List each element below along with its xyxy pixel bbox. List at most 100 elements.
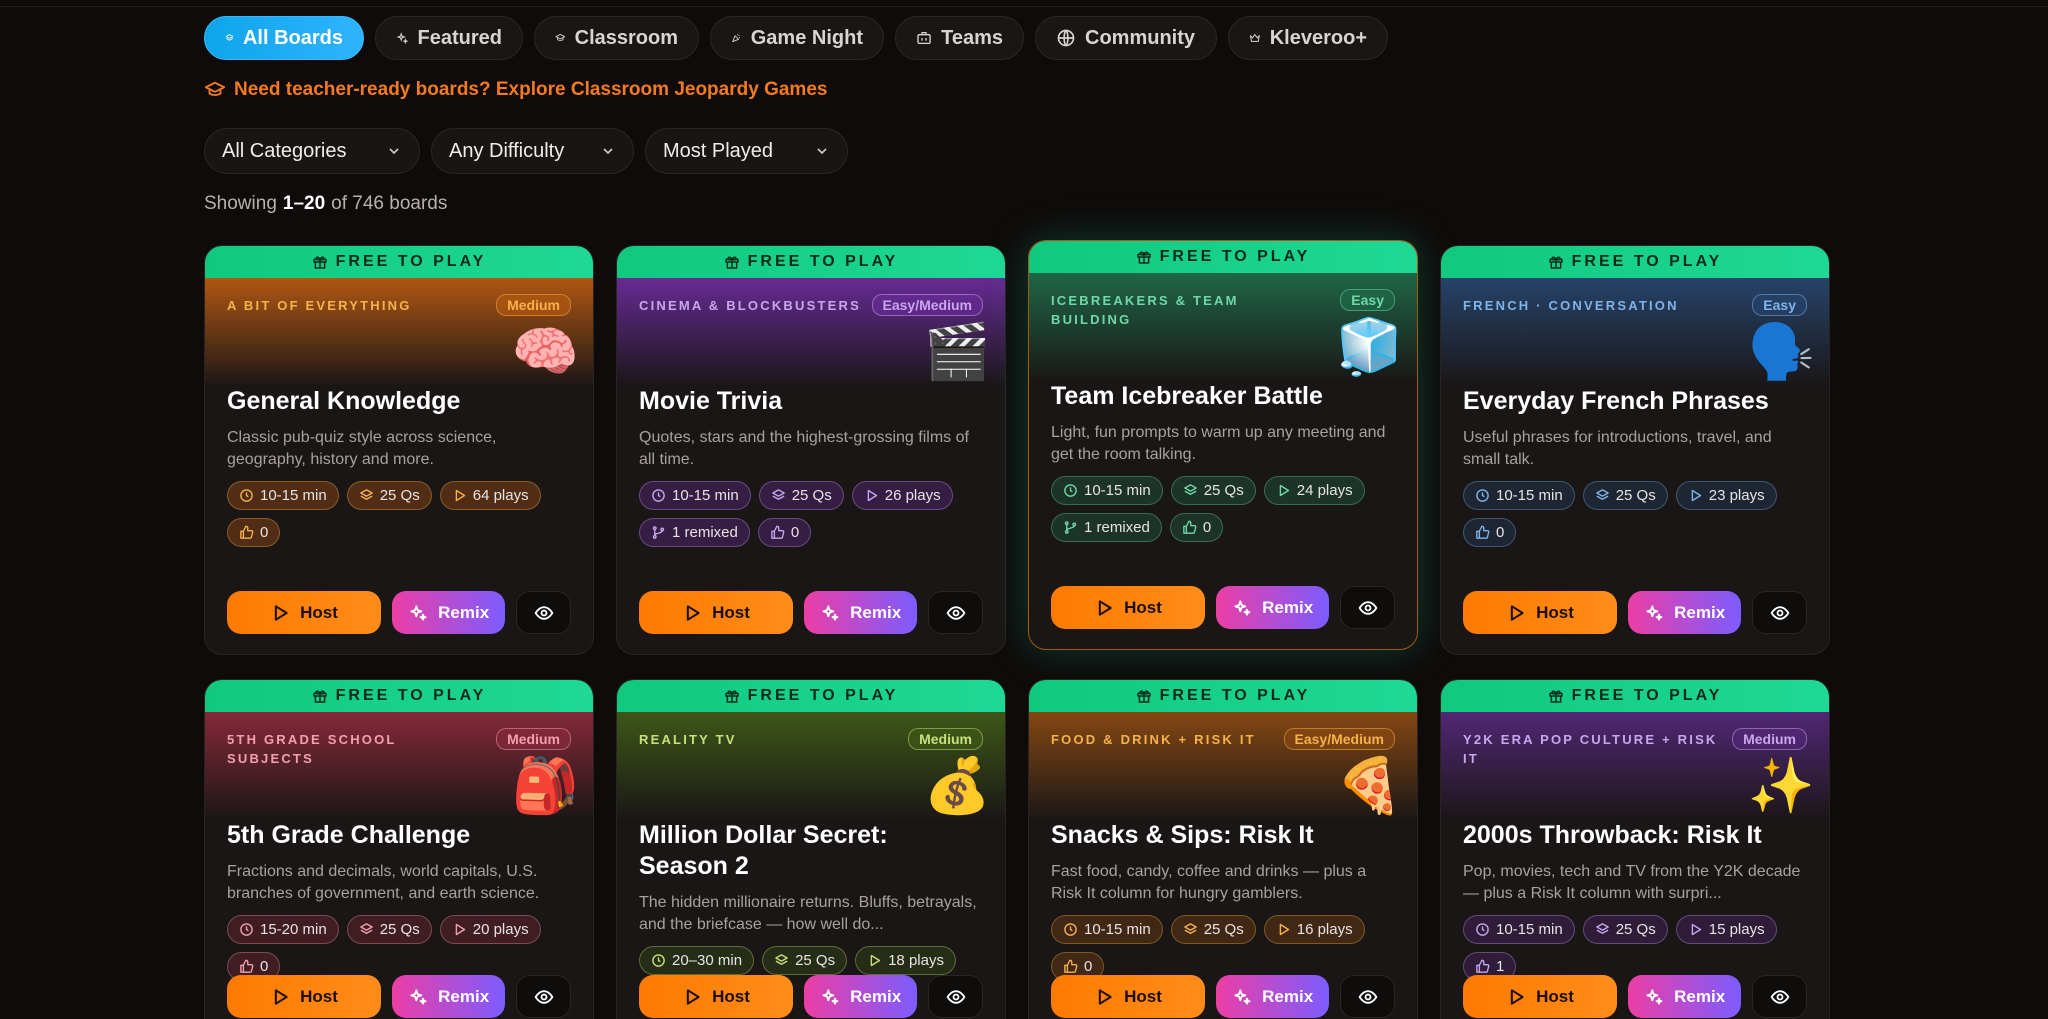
tab-label: Classroom (574, 26, 678, 49)
card-title: Snacks & Sips: Risk It (1051, 821, 1314, 849)
card-category: FRENCH · CONVERSATION (1463, 298, 1679, 313)
remixed-chip: 1 remixed (639, 518, 750, 547)
time-chip-label: 10-15 min (260, 487, 327, 504)
thumbs-up-icon (240, 959, 254, 973)
chevron-down-icon (603, 148, 613, 155)
card-description: Fast food, candy, coffee and drinks — pl… (1051, 863, 1367, 902)
layers-icon (225, 34, 234, 41)
remix-button[interactable]: Remix (1628, 975, 1742, 1018)
graduation-cap-icon (555, 34, 566, 41)
questions-chip: 25 Qs (1170, 915, 1256, 944)
questions-chip-label: 25 Qs (379, 921, 420, 938)
difficulty-select[interactable]: Any Difficulty (431, 128, 634, 174)
remix-button[interactable]: Remix (1628, 591, 1742, 634)
eye-icon (946, 989, 966, 1004)
classroom-promo-link[interactable]: Need teacher-ready boards? Explore Class… (204, 79, 827, 101)
likes-chip-label: 1 (1496, 958, 1505, 975)
card-description: Useful phrases for introductions, travel… (1463, 429, 1772, 468)
remix-button[interactable]: Remix (1216, 975, 1330, 1018)
preview-button[interactable] (1752, 975, 1807, 1018)
host-button[interactable]: Host (227, 975, 382, 1018)
likes-chip[interactable]: 0 (1169, 513, 1224, 542)
plays-chip-label: 23 plays (1708, 487, 1765, 504)
remix-label: Remix (1674, 986, 1726, 1006)
card-category: ICEBREAKERS & TEAM BUILDING (1051, 293, 1239, 327)
board-card[interactable]: FREE TO PLAY Y2K ERA POP CULTURE + RISK … (1440, 679, 1830, 1019)
card-meta: 10-15 min 25 Qs 16 plays 0 (1029, 905, 1417, 981)
card-description: Fractions and decimals, world capitals, … (227, 863, 540, 902)
tab-featured[interactable]: Featured (375, 16, 523, 60)
tab-all-boards[interactable]: All Boards (204, 16, 364, 60)
layers-icon (771, 489, 785, 500)
tab-community[interactable]: Community (1035, 16, 1217, 60)
board-card[interactable]: FREE TO PLAY FRENCH · CONVERSATION Easy … (1440, 245, 1830, 655)
tab-kleveroo-plus[interactable]: Kleveroo+ (1228, 16, 1388, 60)
tab-classroom[interactable]: Classroom (534, 16, 699, 60)
host-button[interactable]: Host (1463, 975, 1618, 1018)
preview-button[interactable] (928, 591, 983, 634)
host-label: Host (712, 986, 750, 1006)
host-button[interactable]: Host (1051, 975, 1206, 1018)
preview-button[interactable] (516, 975, 571, 1018)
preview-button[interactable] (1340, 586, 1395, 629)
time-chip-label: 10-15 min (1496, 487, 1563, 504)
likes-chip-label: 0 (1202, 519, 1212, 536)
category-select[interactable]: All Categories (204, 128, 420, 174)
preview-button[interactable] (928, 975, 983, 1018)
preview-button[interactable] (1752, 591, 1807, 634)
gift-icon (1548, 256, 1563, 269)
remix-button[interactable]: Remix (392, 591, 506, 634)
card-emoji: 💰 (923, 756, 991, 816)
board-card[interactable]: FREE TO PLAY A BIT OF EVERYTHING Medium … (204, 245, 594, 655)
board-card[interactable]: FREE TO PLAY 5TH GRADE SCHOOL SUBJECTS M… (204, 679, 594, 1019)
remix-button[interactable]: Remix (804, 591, 918, 634)
play-icon (686, 988, 700, 1005)
board-tabs: All Boards Featured Classroom Game Night… (204, 16, 1388, 60)
host-button[interactable]: Host (1051, 586, 1206, 629)
board-card[interactable]: FREE TO PLAY FOOD & DRINK + RISK IT Easy… (1028, 679, 1418, 1019)
preview-button[interactable] (1340, 975, 1395, 1018)
host-button[interactable]: Host (639, 591, 794, 634)
board-card[interactable]: FREE TO PLAY ICEBREAKERS & TEAM BUILDING… (1028, 240, 1418, 650)
host-button[interactable]: Host (639, 975, 794, 1018)
eye-icon (946, 605, 966, 620)
sparkles-icon (822, 604, 839, 621)
likes-chip[interactable]: 0 (1463, 518, 1517, 547)
play-icon (867, 489, 877, 502)
host-button[interactable]: Host (227, 591, 382, 634)
host-button[interactable]: Host (1463, 591, 1618, 634)
play-icon (274, 604, 288, 621)
difficulty-badge: Medium (1732, 728, 1807, 750)
card-description: Quotes, stars and the highest-grossing f… (639, 429, 969, 468)
preview-button[interactable] (516, 591, 571, 634)
host-label: Host (1536, 602, 1574, 622)
card-emoji: 🧠 (511, 322, 579, 382)
likes-chip[interactable]: 0 (757, 518, 812, 547)
likes-chip[interactable]: 0 (227, 518, 281, 547)
remixed-chip-label: 1 remixed (1084, 519, 1150, 536)
play-icon (1691, 923, 1701, 936)
remix-button[interactable]: Remix (392, 975, 506, 1018)
card-header: FRENCH · CONVERSATION Easy 🗣️ (1441, 278, 1829, 386)
play-icon (1510, 988, 1524, 1005)
questions-chip-label: 25 Qs (1203, 482, 1244, 499)
play-icon (274, 988, 288, 1005)
tab-game-night[interactable]: Game Night (710, 16, 884, 60)
thumbs-up-icon (240, 525, 254, 539)
thumbs-up-icon (1476, 525, 1490, 539)
board-card[interactable]: FREE TO PLAY REALITY TV Medium 💰 Million… (616, 679, 1006, 1019)
remix-button[interactable]: Remix (804, 975, 918, 1018)
card-header: FOOD & DRINK + RISK IT Easy/Medium 🍕 (1029, 712, 1417, 820)
board-card[interactable]: FREE TO PLAY CINEMA & BLOCKBUSTERS Easy/… (616, 245, 1006, 655)
time-chip-label: 10-15 min (672, 487, 739, 504)
thumbs-up-icon (771, 525, 785, 539)
play-icon (1098, 599, 1112, 616)
sort-select[interactable]: Most Played (645, 128, 848, 174)
banner-label: FREE TO PLAY (747, 253, 899, 270)
likes-chip-label: 0 (1084, 958, 1093, 975)
play-icon (870, 954, 881, 967)
results-range: 1–20 (282, 193, 326, 214)
host-label: Host (1124, 597, 1162, 617)
tab-teams[interactable]: Teams (895, 16, 1024, 60)
remix-button[interactable]: Remix (1216, 586, 1330, 629)
